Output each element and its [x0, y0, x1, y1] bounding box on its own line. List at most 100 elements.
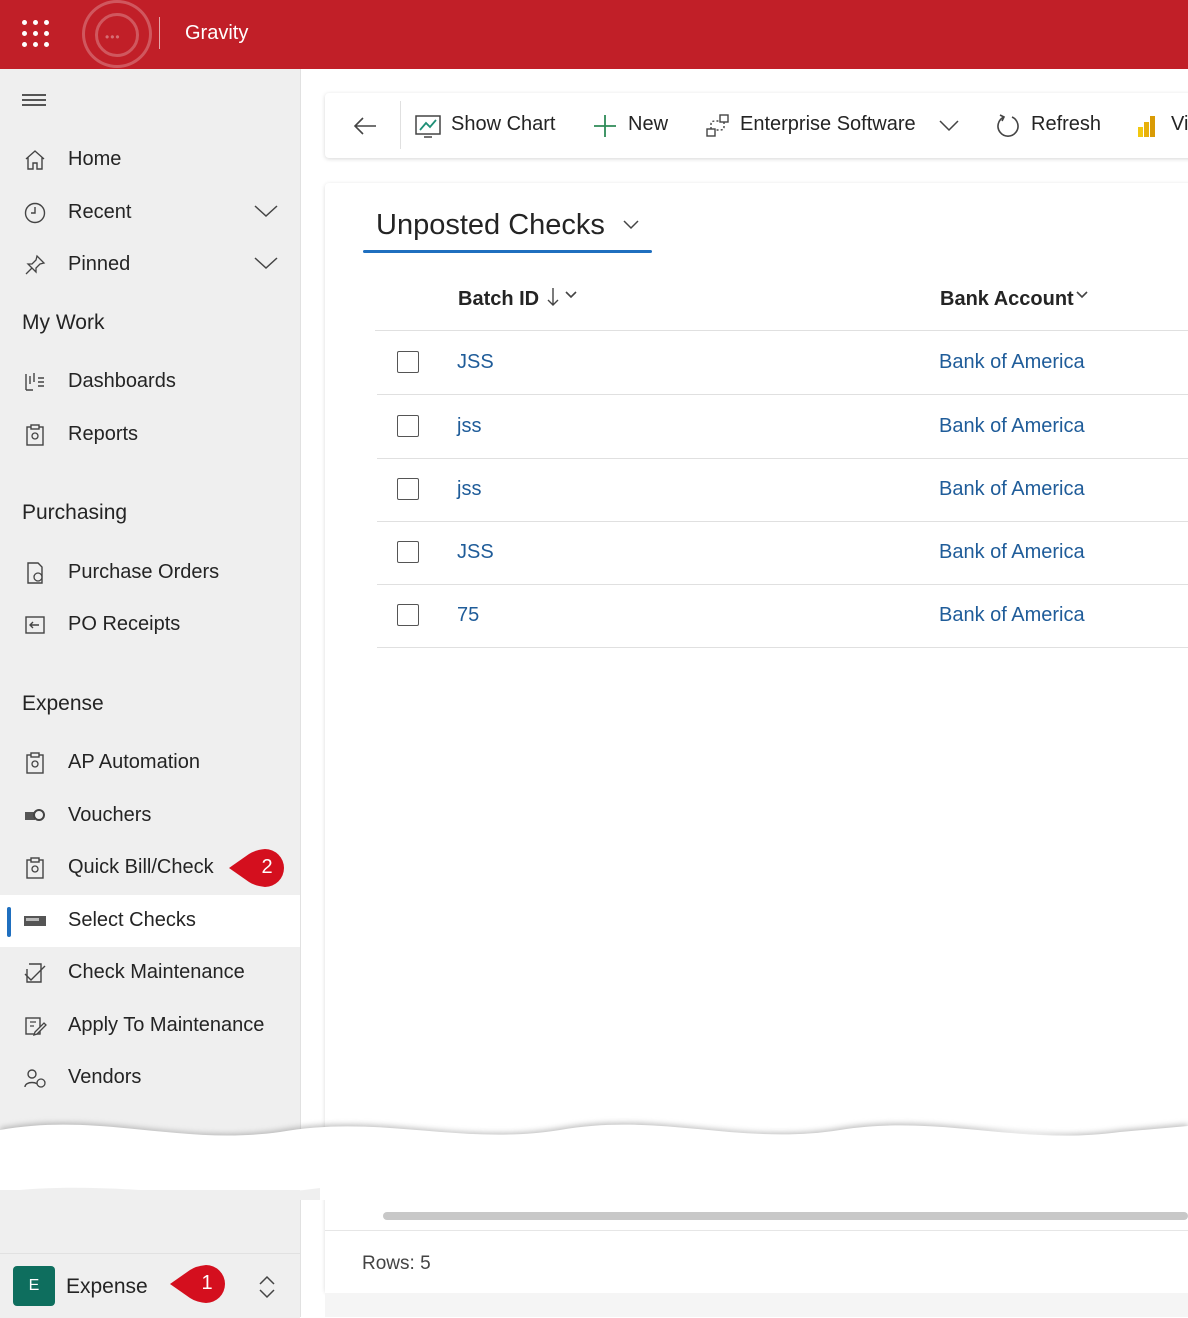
power-bi-button[interactable]: Vi: [1135, 93, 1188, 158]
sidebar-item-po-receipts[interactable]: PO Receipts: [0, 599, 300, 651]
batch-id-link[interactable]: jss: [457, 415, 481, 438]
sidebar-item-label: Apply To Maintenance: [68, 1014, 265, 1036]
table-row[interactable]: jss Bank of America: [377, 458, 1188, 522]
batch-id-link[interactable]: jss: [457, 478, 481, 501]
sidebar-item-select-checks[interactable]: Select Checks: [0, 895, 300, 947]
bank-account-link[interactable]: Bank of America: [939, 478, 1085, 501]
plus-icon: [594, 115, 616, 137]
sidebar-item-home[interactable]: Home: [0, 134, 300, 186]
area-tile: E: [13, 1266, 55, 1306]
sidebar-item-dashboards[interactable]: Dashboards: [0, 356, 300, 408]
row-checkbox[interactable]: [397, 541, 419, 563]
power-bi-icon: [1138, 116, 1155, 137]
column-header-batch-id[interactable]: Batch ID: [458, 288, 577, 311]
view-selector[interactable]: Unposted Checks: [376, 209, 605, 242]
row-checkbox[interactable]: [397, 604, 419, 626]
app-title[interactable]: Gravity: [185, 22, 248, 45]
sidebar-item-pinned[interactable]: Pinned: [0, 239, 300, 291]
chevron-down-icon[interactable]: [939, 119, 959, 133]
command-separator: [400, 101, 401, 149]
top-bar: ••• Gravity: [0, 0, 1188, 69]
chevron-up-down-icon[interactable]: [257, 1274, 277, 1300]
sidebar-continuation: [0, 1190, 300, 1254]
brand-logo: •••: [82, 0, 152, 68]
view-selector-underline: [363, 250, 652, 253]
show-chart-button[interactable]: Show Chart: [413, 93, 563, 158]
table-row[interactable]: jss Bank of America: [377, 395, 1188, 459]
chevron-down-icon[interactable]: [565, 290, 577, 300]
table-row[interactable]: JSS Bank of America: [377, 331, 1188, 395]
app-launcher-icon[interactable]: [22, 20, 50, 48]
report-icon: [26, 857, 44, 879]
purchase-order-icon: [27, 562, 43, 584]
sidebar-item-label: Reports: [68, 423, 139, 445]
bank-account-link[interactable]: Bank of America: [939, 351, 1085, 374]
chevron-down-icon[interactable]: [622, 217, 640, 231]
column-header-bank-account[interactable]: Bank Account: [940, 288, 1088, 311]
report-icon: [26, 752, 44, 774]
hamburger-menu-icon[interactable]: [22, 94, 46, 108]
check-card-icon: [24, 916, 46, 926]
enterprise-software-button[interactable]: Enterprise Software: [703, 93, 965, 158]
sidebar-item-vendors[interactable]: Vendors: [0, 1052, 300, 1104]
horizontal-scrollbar-thumb[interactable]: [383, 1212, 1188, 1220]
sidebar-item-label: Pinned: [68, 253, 131, 275]
sidebar-item-label: Home: [68, 148, 122, 170]
chevron-down-icon[interactable]: [1076, 290, 1088, 300]
torn-edge-divider: [0, 1122, 1188, 1200]
sidebar-item-apply-to-maintenance[interactable]: Apply To Maintenance: [0, 1000, 300, 1052]
area-label: Expense: [66, 1275, 148, 1298]
voucher-icon: [25, 809, 45, 821]
column-header-label: Batch ID: [458, 288, 540, 310]
batch-id-link[interactable]: JSS: [457, 351, 494, 374]
sidebar-item-ap-automation[interactable]: AP Automation: [0, 737, 300, 789]
home-icon: [25, 150, 45, 170]
sidebar-item-purchase-orders[interactable]: Purchase Orders: [0, 547, 300, 599]
table-row[interactable]: 75 Bank of America: [377, 584, 1188, 648]
sidebar-item-label: Select Checks: [68, 909, 196, 931]
sidebar-item-label: Purchase Orders: [68, 561, 220, 583]
row-checkbox[interactable]: [397, 478, 419, 500]
sidebar-item-label: PO Receipts: [68, 613, 181, 635]
chevron-down-icon[interactable]: [254, 255, 278, 271]
receipt-icon: [25, 616, 45, 634]
grid-footer-line: [325, 1230, 1188, 1231]
section-title-purchasing: Purchasing: [22, 501, 128, 524]
bank-account-link[interactable]: Bank of America: [939, 541, 1085, 564]
chart-icon: [415, 115, 441, 138]
new-label: New: [628, 113, 669, 135]
grid-header: Batch ID Bank Account: [375, 268, 1188, 331]
apply-icon: [25, 1017, 47, 1037]
sidebar-item-reports[interactable]: Reports: [0, 409, 300, 461]
sidebar-item-label: AP Automation: [68, 751, 200, 773]
check-edit-icon: [24, 963, 46, 983]
refresh-button[interactable]: Refresh: [995, 93, 1115, 158]
back-arrow-icon[interactable]: [352, 113, 378, 139]
flow-icon: [706, 114, 729, 137]
command-bar: Show Chart New Enterprise Software Refre…: [325, 93, 1188, 158]
vendor-icon: [24, 1069, 46, 1088]
sidebar-item-label: Quick Bill/Check: [68, 856, 214, 878]
area-switcher[interactable]: E Expense: [0, 1253, 300, 1318]
sort-descending-icon: [547, 288, 559, 306]
chevron-down-icon[interactable]: [254, 203, 278, 219]
bank-account-link[interactable]: Bank of America: [939, 604, 1085, 627]
clock-icon: [24, 202, 46, 224]
refresh-label: Refresh: [1031, 113, 1102, 135]
sidebar-item-label: Dashboards: [68, 370, 176, 392]
sidebar-item-vouchers[interactable]: Vouchers: [0, 790, 300, 842]
rows-count-footer: Rows: 5: [362, 1253, 431, 1274]
row-checkbox[interactable]: [397, 351, 419, 373]
table-row[interactable]: JSS Bank of America: [377, 521, 1188, 585]
sidebar-item-recent[interactable]: Recent: [0, 187, 300, 239]
batch-id-link[interactable]: JSS: [457, 541, 494, 564]
sidebar-item-check-maintenance[interactable]: Check Maintenance: [0, 947, 300, 999]
sidebar-item-label: Vouchers: [68, 804, 152, 826]
dashboard-icon: [25, 373, 44, 391]
row-checkbox[interactable]: [397, 415, 419, 437]
batch-id-link[interactable]: 75: [457, 604, 479, 627]
report-icon: [26, 424, 44, 446]
sidebar-item-label: Vendors: [68, 1066, 142, 1088]
new-button[interactable]: New: [590, 93, 675, 158]
bank-account-link[interactable]: Bank of America: [939, 415, 1085, 438]
